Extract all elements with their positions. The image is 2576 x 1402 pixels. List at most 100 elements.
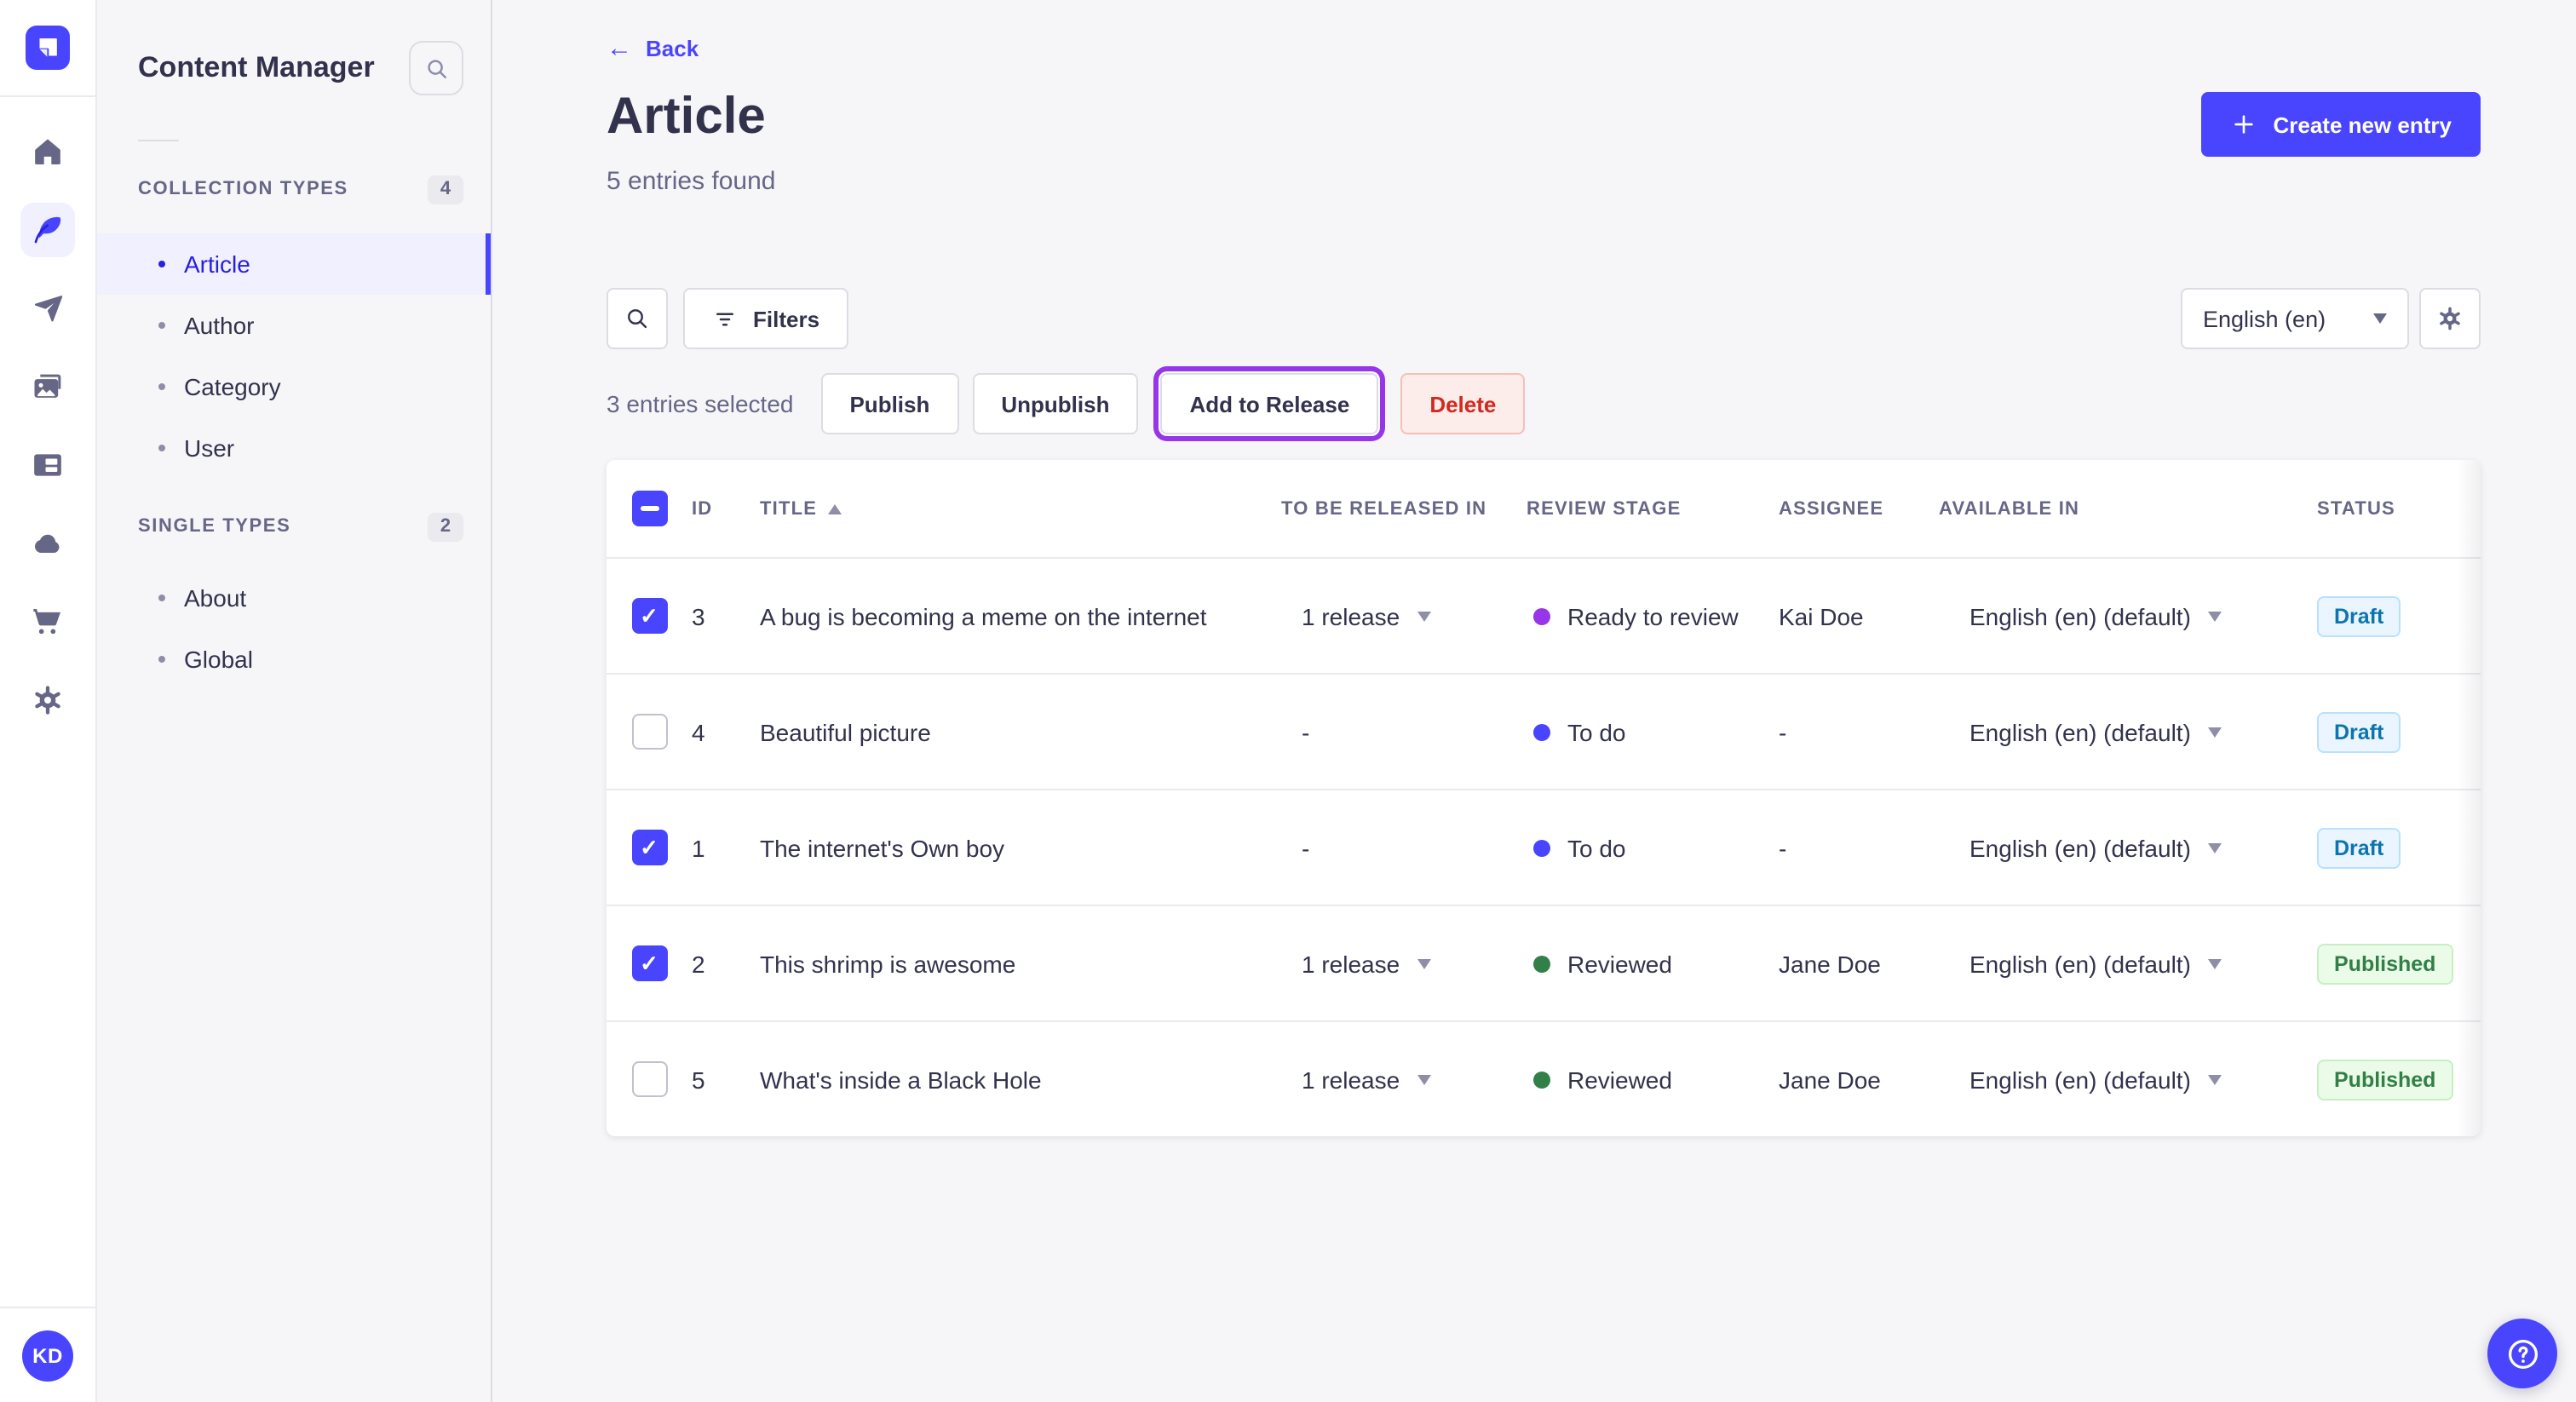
cell-status: Published: [2317, 1059, 2481, 1100]
column-header-title[interactable]: TITLE: [760, 498, 1281, 519]
column-header-review-stage[interactable]: REVIEW STAGE: [1527, 498, 1779, 519]
cell-id: 2: [692, 950, 705, 977]
select-all-checkbox[interactable]: [631, 491, 667, 526]
rail-footer: KD: [0, 1307, 95, 1402]
sidebar-item-label: Author: [184, 312, 255, 339]
single-types-label: SINGLE TYPES: [138, 516, 291, 537]
cell-assignee: Kai Doe: [1779, 602, 1864, 629]
strapi-logo[interactable]: [0, 0, 95, 97]
cell-assignee: -: [1779, 834, 1787, 861]
user-avatar[interactable]: KD: [22, 1330, 73, 1381]
chevron-down-icon: [2207, 1074, 2222, 1084]
filter-icon: [716, 312, 733, 325]
locale-select[interactable]: English (en): [2181, 288, 2409, 349]
toolbar: Filters English (en): [607, 288, 2481, 349]
main-nav-rail: KD: [0, 0, 97, 1402]
sidebar-item-label: User: [184, 434, 235, 462]
stage-dot-icon: [1533, 839, 1550, 856]
view-settings-gear-icon[interactable]: [2419, 288, 2481, 349]
column-header-available-in[interactable]: AVAILABLE IN: [1939, 498, 2317, 519]
row-checkbox[interactable]: [631, 714, 667, 750]
content-manager-feather-icon[interactable]: [20, 203, 75, 257]
cell-id: 4: [692, 718, 705, 745]
chevron-down-icon: [2373, 313, 2387, 324]
main-content: ← Back Article Create new entry 5 entries…: [492, 0, 2576, 1402]
chevron-down-icon: [2207, 958, 2222, 968]
sidebar-item-article[interactable]: Article: [97, 233, 491, 295]
publish-button[interactable]: Publish: [820, 373, 959, 434]
filters-button[interactable]: Filters: [683, 288, 849, 349]
content-type-builder-icon[interactable]: [20, 438, 75, 492]
marketplace-cart-icon[interactable]: [20, 595, 75, 649]
stage-dot-icon: [1533, 723, 1550, 740]
cell-to-be-released-in[interactable]: -: [1281, 834, 1527, 861]
cell-to-be-released-in[interactable]: -: [1281, 718, 1527, 745]
content-manager-subnav: Content Manager COLLECTION TYPES 4 Artic…: [97, 0, 492, 1402]
collection-types-label: COLLECTION TYPES: [138, 179, 348, 199]
chevron-down-icon: [1417, 958, 1431, 968]
search-icon[interactable]: [607, 288, 668, 349]
entries-count-subtitle: 5 entries found: [607, 167, 776, 196]
search-icon[interactable]: [409, 41, 463, 95]
sidebar-item-global[interactable]: Global: [97, 629, 491, 690]
status-badge: Draft: [2317, 711, 2401, 752]
cell-to-be-released-in[interactable]: 1 release: [1281, 602, 1527, 629]
create-new-entry-button[interactable]: Create new entry: [2201, 92, 2481, 157]
stage-dot-icon: [1533, 955, 1550, 972]
cloud-icon[interactable]: [20, 516, 75, 571]
table-row[interactable]: 2 This shrimp is awesome 1 release Revie…: [607, 905, 2481, 1020]
table-row[interactable]: 1 The internet's Own boy - To do - Engli…: [607, 789, 2481, 905]
cell-available-in[interactable]: English (en) (default): [1939, 950, 2317, 977]
media-library-icon[interactable]: [20, 359, 75, 414]
cell-review-stage: Reviewed: [1527, 950, 1779, 977]
cell-available-in[interactable]: English (en) (default): [1939, 602, 2317, 629]
cell-review-stage: To do: [1527, 834, 1779, 861]
cell-available-in[interactable]: English (en) (default): [1939, 834, 2317, 861]
stage-dot-icon: [1533, 1071, 1550, 1088]
settings-gear-icon[interactable]: [20, 673, 75, 727]
cell-review-stage: Reviewed: [1527, 1066, 1779, 1093]
cell-id: 1: [692, 834, 705, 861]
releases-paper-plane-icon[interactable]: [20, 281, 75, 336]
page-title: Article: [607, 89, 766, 145]
unpublish-button[interactable]: Unpublish: [972, 373, 1139, 434]
status-badge: Published: [2317, 943, 2453, 984]
bullet-icon: [158, 656, 165, 663]
cell-status: Draft: [2317, 595, 2481, 636]
column-header-to-be-released-in[interactable]: TO BE RELEASED IN: [1281, 498, 1527, 519]
create-new-entry-label: Create new entry: [2273, 112, 2452, 137]
sidebar-item-author[interactable]: Author: [97, 295, 491, 356]
table-row[interactable]: 5 What's inside a Black Hole 1 release R…: [607, 1020, 2481, 1136]
status-badge: Draft: [2317, 827, 2401, 868]
subnav-title: Content Manager: [138, 51, 375, 83]
back-link[interactable]: ← Back: [607, 36, 699, 61]
column-header-status[interactable]: STATUS: [2317, 498, 2481, 519]
cell-title: Beautiful picture: [760, 718, 931, 745]
sidebar-item-about[interactable]: About: [97, 567, 491, 629]
home-icon[interactable]: [20, 124, 75, 179]
cell-available-in[interactable]: English (en) (default): [1939, 1066, 2317, 1093]
sort-ascending-icon: [827, 503, 842, 514]
column-header-id[interactable]: ID: [692, 498, 760, 519]
row-checkbox[interactable]: [631, 598, 667, 634]
delete-button[interactable]: Delete: [1400, 373, 1526, 434]
table-row[interactable]: 3 A bug is becoming a meme on the intern…: [607, 557, 2481, 673]
cell-assignee: Jane Doe: [1779, 1066, 1881, 1093]
plus-icon: [2234, 115, 2254, 134]
table-row[interactable]: 4 Beautiful picture - To do - English (e…: [607, 673, 2481, 789]
table-body: 3 A bug is becoming a meme on the intern…: [607, 557, 2481, 1136]
cell-review-stage: Ready to review: [1527, 602, 1779, 629]
row-checkbox[interactable]: [631, 945, 667, 981]
cell-available-in[interactable]: English (en) (default): [1939, 718, 2317, 745]
cell-title: A bug is becoming a meme on the internet: [760, 602, 1207, 629]
sidebar-item-user[interactable]: User: [97, 417, 491, 479]
cell-to-be-released-in[interactable]: 1 release: [1281, 950, 1527, 977]
row-checkbox[interactable]: [631, 830, 667, 865]
help-button[interactable]: [2487, 1319, 2557, 1388]
sidebar-item-category[interactable]: Category: [97, 356, 491, 417]
column-header-assignee[interactable]: ASSIGNEE: [1779, 498, 1939, 519]
row-checkbox[interactable]: [631, 1061, 667, 1097]
add-to-release-button[interactable]: Add to Release: [1160, 373, 1379, 434]
bullet-icon: [158, 595, 165, 601]
cell-to-be-released-in[interactable]: 1 release: [1281, 1066, 1527, 1093]
